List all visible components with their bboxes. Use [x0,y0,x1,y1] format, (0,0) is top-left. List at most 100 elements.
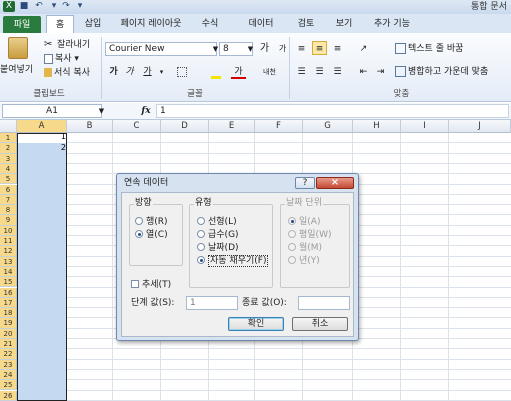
ok-button[interactable]: 확인 [228,317,284,331]
font-color-button[interactable]: 가 [231,65,246,79]
wrap-text-button[interactable]: 텍스트 줄 바꿈 [395,43,463,55]
row-header-3[interactable]: 3 [0,153,17,164]
row-header-2[interactable]: 2 [0,143,17,154]
column-header-h[interactable]: H [353,120,401,133]
column-header-c[interactable]: C [113,120,161,133]
orientation-icon[interactable]: ↗ [356,42,371,56]
borders-icon[interactable] [174,65,189,79]
column-header-j[interactable]: J [449,120,511,133]
tab-data[interactable]: 데이터 [243,15,279,33]
insert-function-icon[interactable]: fx [138,104,154,118]
trend-checkbox[interactable]: 추세(T) [131,280,171,291]
fill-color-icon[interactable] [208,65,223,79]
align-top-icon[interactable]: ≡ [294,42,309,56]
row-header-15[interactable]: 15 [0,277,17,288]
type-date-radio[interactable]: 날짜(D) [197,243,239,254]
underline-button[interactable]: 가 [140,65,155,79]
row-header-13[interactable]: 13 [0,256,17,267]
row-header-9[interactable]: 9 [0,215,17,226]
row-header-4[interactable]: 4 [0,163,17,175]
row-header-14[interactable]: 14 [0,266,17,278]
italic-button[interactable]: 가 [122,65,137,79]
row-header-26[interactable]: 26 [0,390,17,401]
name-box-dropdown-icon[interactable]: ▼ [94,104,109,118]
copy-button[interactable]: 복사 ▾ [44,53,79,65]
align-right-icon[interactable]: ☰ [330,65,345,79]
redo-icon[interactable]: ↷ [60,1,72,12]
row-header-8[interactable]: 8 [0,205,17,216]
align-left-icon[interactable]: ☰ [294,65,309,79]
tab-review[interactable]: 검토 [293,15,319,33]
row-header-7[interactable]: 7 [0,194,17,206]
date-month-radio[interactable]: 월(M) [288,243,322,254]
row-header-18[interactable]: 18 [0,308,17,319]
row-header-23[interactable]: 23 [0,359,17,370]
font-size-dropdown-icon[interactable]: ▼ [243,42,258,56]
align-middle-icon[interactable]: ≡ [312,41,327,55]
column-header-i[interactable]: I [401,120,449,133]
selection-range[interactable] [17,133,67,401]
bold-button[interactable]: 가 [106,65,121,79]
undo-dropdown-icon[interactable]: ▾ [48,1,60,12]
row-header-11[interactable]: 11 [0,236,17,247]
tab-view[interactable]: 보기 [331,15,357,33]
underline-dropdown-icon[interactable]: ▾ [154,65,169,79]
row-header-16[interactable]: 16 [0,287,17,298]
close-button[interactable]: × [316,177,354,189]
font-name-input[interactable]: Courier New [105,42,217,56]
row-header-22[interactable]: 22 [0,349,17,360]
row-header-20[interactable]: 20 [0,328,17,339]
align-center-icon[interactable]: ☰ [312,65,327,79]
help-button[interactable]: ? [295,177,315,189]
column-header-d[interactable]: D [161,120,209,133]
customize-qat-icon[interactable]: ▾ [74,1,86,12]
row-header-10[interactable]: 10 [0,225,17,236]
row-header-5[interactable]: 5 [0,174,17,185]
cell-a2[interactable]: 2 [20,143,66,152]
paste-icon[interactable] [8,37,28,59]
row-header-6[interactable]: 6 [0,184,17,195]
row-header-17[interactable]: 17 [0,297,17,309]
step-value-input[interactable]: 1 [186,296,238,310]
decrease-indent-icon[interactable]: ⇤ [356,65,371,79]
tab-insert[interactable]: 삽입 [80,15,106,33]
cell-a1[interactable]: 1 [20,132,66,141]
tab-page-layout[interactable]: 페이지 레이아웃 [114,15,188,33]
row-header-25[interactable]: 25 [0,380,17,391]
formula-input[interactable]: 1 [156,104,509,118]
tab-addins[interactable]: 추가 기능 [367,15,417,33]
date-day-radio[interactable]: 일(A) [288,217,320,228]
type-linear-radio[interactable]: 선형(L) [197,217,237,228]
row-header-21[interactable]: 21 [0,339,17,350]
merge-center-button[interactable]: 병합하고 가운데 맞춤 [395,66,488,78]
stop-value-input[interactable] [298,296,350,310]
row-header-1[interactable]: 1 [0,133,17,144]
tab-file[interactable]: 파일 [3,16,41,33]
series-rows-radio[interactable]: 행(R) [135,217,168,228]
align-bottom-icon[interactable]: ≡ [330,42,345,56]
phonetic-guide-button[interactable]: 내천 [262,65,277,79]
date-weekday-radio[interactable]: 평일(W) [288,230,331,241]
paste-button[interactable]: 붙여넣기 [0,64,33,76]
undo-icon[interactable]: ↶ [33,1,45,12]
increase-indent-icon[interactable]: ⇥ [373,65,388,79]
tab-formulas[interactable]: 수식 [197,15,223,33]
column-header-f[interactable]: F [255,120,303,133]
shrink-font-button[interactable]: 가 [275,42,290,56]
format-painter-button[interactable]: 서식 복사 [44,67,90,79]
name-box[interactable]: A1 [2,104,102,118]
row-header-24[interactable]: 24 [0,369,17,381]
column-header-e[interactable]: E [209,120,255,133]
cut-button[interactable]: ✂ 잘라내기 [44,39,90,51]
type-growth-radio[interactable]: 급수(G) [197,230,239,241]
series-columns-radio[interactable]: 열(C) [135,230,168,241]
column-header-g[interactable]: G [303,120,353,133]
column-header-b[interactable]: B [67,120,113,133]
type-autofill-radio[interactable]: 자동 채우기(F) [197,255,269,267]
tab-home[interactable]: 홈 [46,15,74,33]
row-header-12[interactable]: 12 [0,246,17,257]
save-icon[interactable]: ■ [18,1,30,12]
cancel-button[interactable]: 취소 [292,317,348,331]
row-header-19[interactable]: 19 [0,318,17,329]
select-all-corner[interactable] [0,120,17,133]
